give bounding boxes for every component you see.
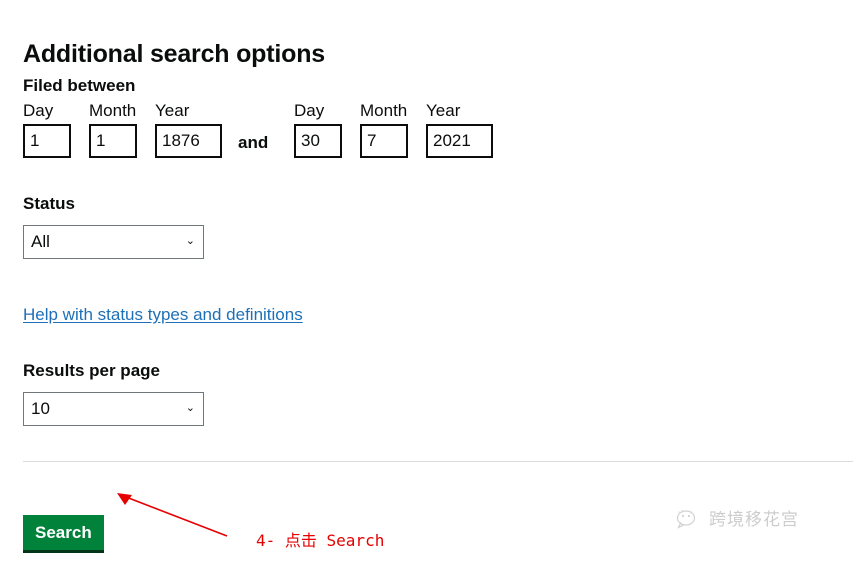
to-month-field: Month <box>360 100 408 158</box>
from-year-input[interactable] <box>155 124 222 158</box>
filed-between-from-group: Day Month Year <box>23 100 222 158</box>
status-select-wrapper: All ⌄ <box>23 225 204 259</box>
to-day-label: Day <box>294 101 325 120</box>
wechat-icon <box>676 509 696 529</box>
from-day-input[interactable] <box>23 124 71 158</box>
search-button[interactable]: Search <box>23 515 104 553</box>
from-month-field: Month <box>89 100 137 158</box>
watermark-text: 跨境移花宫 <box>709 510 799 530</box>
results-per-page-select-wrapper: 10 ⌄ <box>23 392 204 426</box>
from-day-field: Day <box>23 100 71 158</box>
filed-between-label: Filed between <box>23 76 136 95</box>
status-label: Status <box>23 194 75 213</box>
from-year-label: Year <box>155 101 190 120</box>
to-year-input[interactable] <box>426 124 493 158</box>
to-day-input[interactable] <box>294 124 342 158</box>
from-month-input[interactable] <box>89 124 137 158</box>
watermark: 跨境移花宫 <box>676 509 799 531</box>
section-divider <box>23 461 853 462</box>
page-title: Additional search options <box>23 39 325 68</box>
results-per-page-select[interactable]: 10 <box>23 392 204 426</box>
to-month-label: Month <box>360 101 408 120</box>
from-year-field: Year <box>155 100 222 158</box>
to-month-input[interactable] <box>360 124 408 158</box>
annotation-text: 4- 点击 Search <box>256 531 385 550</box>
from-day-label: Day <box>23 101 54 120</box>
status-select[interactable]: All <box>23 225 204 259</box>
status-help-link[interactable]: Help with status types and definitions <box>23 304 303 326</box>
date-range-conjunction: and <box>238 133 269 152</box>
to-year-field: Year <box>426 100 493 158</box>
to-year-label: Year <box>426 101 461 120</box>
from-month-label: Month <box>89 101 137 120</box>
results-per-page-label: Results per page <box>23 361 160 380</box>
filed-between-to-group: Day Month Year <box>294 100 493 158</box>
additional-search-options-page: Additional search options Filed between … <box>0 0 853 564</box>
to-day-field: Day <box>294 100 342 158</box>
